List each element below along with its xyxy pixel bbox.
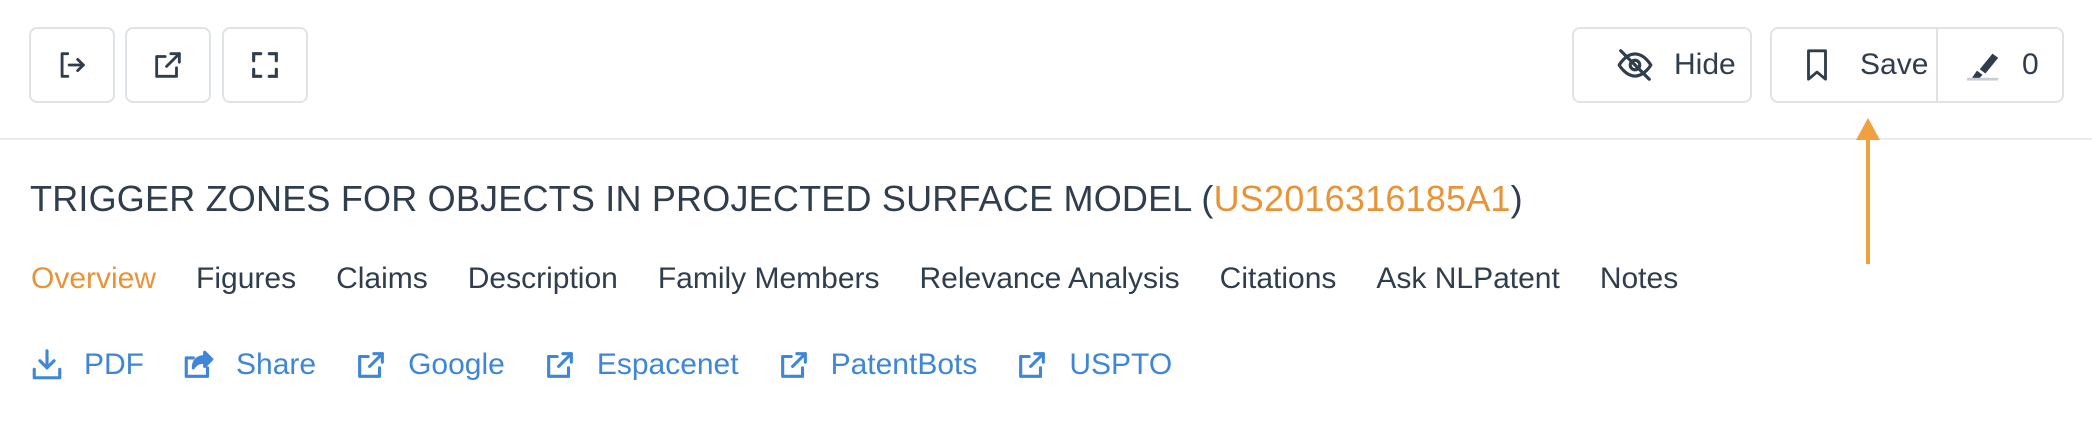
- tab-claims[interactable]: Claims: [336, 262, 428, 296]
- save-group: Save 0: [1770, 27, 2064, 103]
- external-link-icon: [1019, 352, 1046, 378]
- external-link-icon: [546, 352, 573, 378]
- bookmark-icon: [1807, 49, 1827, 81]
- tab-overview[interactable]: Overview: [31, 262, 156, 296]
- hide-label: Hide: [1674, 48, 1736, 81]
- open-new-window-button[interactable]: [125, 27, 211, 103]
- save-label: Save: [1860, 48, 1929, 81]
- title-suffix: ): [1510, 178, 1523, 219]
- espacenet-label: Espacenet: [596, 348, 739, 381]
- sign-out-icon: [60, 52, 85, 78]
- fullscreen-button[interactable]: [222, 27, 308, 103]
- save-button[interactable]: Save: [1772, 29, 1938, 101]
- eye-slash-icon: [1617, 49, 1653, 81]
- tab-figures[interactable]: Figures: [196, 262, 296, 296]
- exit-button[interactable]: [29, 27, 115, 103]
- highlighter-icon: [1967, 53, 1999, 81]
- page-title: TRIGGER ZONES FOR OBJECTS IN PROJECTED S…: [30, 178, 1523, 220]
- patentbots-link[interactable]: PatentBots: [777, 348, 978, 382]
- uspto-link[interactable]: USPTO: [1015, 348, 1172, 382]
- external-links: PDF Share Google Espacenet PatentBots US…: [30, 348, 1210, 382]
- external-link-icon: [358, 352, 384, 378]
- title-text: TRIGGER ZONES FOR OBJECTS IN PROJECTED S…: [30, 178, 1214, 219]
- external-link-icon: [780, 352, 807, 378]
- share-link[interactable]: Share: [182, 348, 316, 382]
- save-pointer-arrow-icon: [1856, 118, 1880, 264]
- share-label: Share: [236, 348, 317, 381]
- pdf-label: PDF: [84, 348, 144, 381]
- hide-button[interactable]: Hide: [1572, 27, 1752, 103]
- pdf-link[interactable]: PDF: [30, 348, 144, 382]
- top-toolbar: Hide Save 0: [0, 0, 2092, 140]
- expand-icon: [252, 52, 278, 78]
- tab-description[interactable]: Description: [468, 262, 618, 296]
- share-icon: [184, 350, 214, 378]
- patent-number: US2016316185A1: [1213, 178, 1511, 219]
- google-link[interactable]: Google: [354, 348, 505, 382]
- patentbots-label: PatentBots: [830, 348, 978, 381]
- external-link-icon: [155, 52, 181, 78]
- google-label: Google: [408, 348, 505, 381]
- tab-citations[interactable]: Citations: [1220, 262, 1337, 296]
- tab-relevance-analysis[interactable]: Relevance Analysis: [920, 262, 1180, 296]
- annotations-button[interactable]: 0: [1938, 29, 2039, 101]
- uspto-label: USPTO: [1069, 348, 1173, 381]
- section-tabs: Overview Figures Claims Description Fami…: [31, 262, 1718, 296]
- tab-family-members[interactable]: Family Members: [658, 262, 880, 296]
- tab-ask-nlpatent[interactable]: Ask NLPatent: [1376, 262, 1559, 296]
- tab-notes[interactable]: Notes: [1600, 262, 1678, 296]
- espacenet-link[interactable]: Espacenet: [543, 348, 739, 382]
- annotation-count: 0: [2022, 48, 2039, 81]
- download-icon: [32, 349, 62, 380]
